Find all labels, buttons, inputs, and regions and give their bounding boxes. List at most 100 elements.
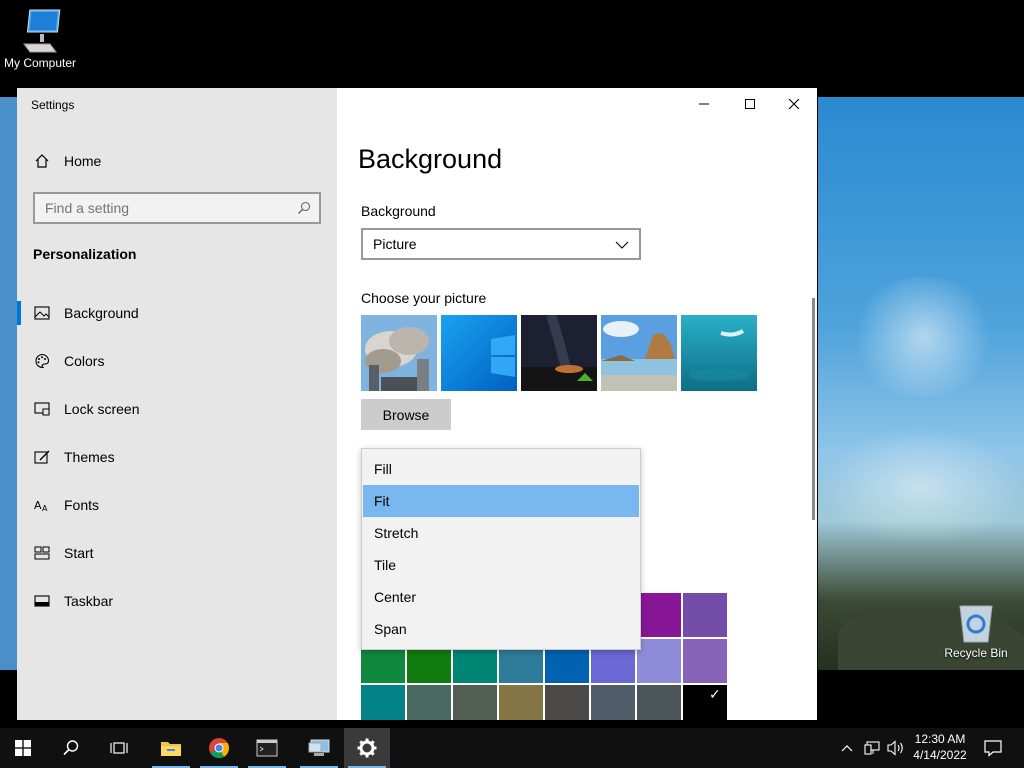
settings-sidebar: Settings Home Personalization Background [17, 88, 337, 720]
palette-icon [33, 352, 51, 370]
fit-option-fill[interactable]: Fill [363, 453, 639, 485]
fit-option-stretch[interactable]: Stretch [363, 517, 639, 549]
color-swatch[interactable] [637, 685, 681, 720]
task-view-button[interactable] [96, 728, 142, 768]
windows-logo-icon [15, 740, 31, 756]
search-input[interactable] [45, 200, 285, 216]
notification-icon [984, 740, 1002, 757]
fit-option-span[interactable]: Span [363, 613, 639, 645]
minimize-icon [699, 103, 709, 105]
remote-desktop-button[interactable] [296, 728, 342, 768]
start-button[interactable] [0, 728, 46, 768]
svg-text:A: A [42, 504, 48, 513]
picture-thumbnail[interactable] [441, 315, 517, 391]
task-view-icon [110, 742, 128, 754]
volume-button[interactable] [884, 728, 908, 768]
picture-thumbnail[interactable] [681, 315, 757, 391]
sidebar-item-label: Background [64, 305, 139, 321]
desktop-wallpaper-edge [0, 97, 17, 670]
file-explorer-button[interactable] [148, 728, 194, 768]
background-label: Background [361, 203, 436, 219]
choose-picture-label: Choose your picture [361, 290, 487, 306]
color-swatch[interactable] [637, 639, 681, 683]
maximize-button[interactable] [727, 88, 773, 120]
volume-icon [887, 740, 903, 756]
svg-text:A: A [34, 499, 42, 512]
network-icon [864, 741, 880, 755]
terminal-button[interactable] [244, 728, 290, 768]
sidebar-item-lock-screen[interactable]: Lock screen [17, 389, 337, 429]
start-icon [33, 544, 51, 562]
picture-thumbnail[interactable] [601, 315, 677, 391]
color-swatch[interactable] [361, 685, 405, 720]
picture-thumbnail[interactable] [361, 315, 437, 391]
color-swatch[interactable] [545, 685, 589, 720]
taskbar: 12:30 AM 4/14/2022 [0, 728, 1024, 768]
lock-screen-icon [33, 400, 51, 418]
folder-icon [161, 742, 181, 756]
fit-option-center[interactable]: Center [363, 581, 639, 613]
chevron-down-icon [615, 238, 629, 254]
color-swatch[interactable] [453, 685, 497, 720]
settings-window: Settings Home Personalization Background [17, 88, 817, 720]
close-icon [788, 98, 800, 110]
recycle-bin-icon [959, 605, 993, 643]
search-icon [63, 740, 79, 756]
section-title: Personalization [33, 246, 137, 262]
color-swatch[interactable] [499, 685, 543, 720]
action-center-button[interactable] [970, 728, 1016, 768]
computer-icon [23, 9, 61, 53]
sidebar-item-themes[interactable]: Themes [17, 437, 337, 477]
color-swatch[interactable] [407, 685, 451, 720]
sidebar-item-label: Taskbar [64, 593, 114, 609]
color-swatch[interactable] [591, 685, 635, 720]
background-type-value: Picture [373, 236, 417, 252]
picture-icon [33, 304, 51, 322]
color-swatch[interactable] [683, 639, 727, 683]
sidebar-item-home[interactable]: Home [17, 141, 337, 181]
browse-button[interactable]: Browse [361, 399, 451, 430]
sidebar-item-label: Colors [64, 353, 105, 369]
picture-thumbnail[interactable] [521, 313, 597, 393]
sidebar-item-label: Start [64, 545, 94, 561]
window-title: Settings [31, 98, 75, 112]
search-icon [297, 201, 311, 219]
sidebar-item-taskbar[interactable]: Taskbar [17, 581, 337, 621]
gear-icon [357, 738, 377, 758]
sidebar-item-colors[interactable]: Colors [17, 341, 337, 381]
themes-icon [33, 448, 51, 466]
network-button[interactable] [860, 728, 884, 768]
scrollbar[interactable] [812, 298, 815, 520]
sidebar-item-label: Fonts [64, 497, 100, 513]
desktop-icon-my-computer[interactable]: My Computer [0, 8, 80, 70]
search-box[interactable] [33, 192, 321, 224]
page-title: Background [358, 144, 503, 174]
color-swatch[interactable] [637, 593, 681, 637]
desktop-icon-recycle-bin[interactable]: Recycle Bin [938, 600, 1014, 660]
color-swatch[interactable] [683, 593, 727, 637]
home-icon [33, 152, 51, 170]
sidebar-item-label: Lock screen [64, 401, 140, 417]
close-button[interactable] [771, 88, 817, 120]
fit-option-tile[interactable]: Tile [363, 549, 639, 581]
desktop-icon-label: My Computer [3, 56, 77, 70]
check-icon: ✓ [709, 687, 721, 703]
fonts-icon: AA [33, 496, 51, 514]
sidebar-item-background[interactable]: Background [17, 293, 337, 333]
terminal-icon [256, 739, 278, 757]
sidebar-item-label: Themes [64, 449, 115, 465]
fit-option-fit[interactable]: Fit [363, 485, 639, 517]
show-hidden-icons-button[interactable] [836, 728, 858, 768]
desktop-icon-label: Recycle Bin [944, 646, 1008, 660]
sidebar-item-start[interactable]: Start [17, 533, 337, 573]
sidebar-item-fonts[interactable]: AA Fonts [17, 485, 337, 525]
chrome-button[interactable] [196, 728, 242, 768]
minimize-button[interactable] [681, 88, 727, 120]
background-type-select[interactable]: Picture [361, 228, 641, 260]
desktop-wallpaper [818, 97, 1024, 670]
search-button[interactable] [48, 728, 94, 768]
chrome-icon [209, 738, 230, 759]
settings-taskbar-button[interactable] [344, 728, 390, 768]
sidebar-item-label: Home [64, 153, 102, 169]
clock[interactable]: 12:30 AM 4/14/2022 [912, 731, 968, 763]
